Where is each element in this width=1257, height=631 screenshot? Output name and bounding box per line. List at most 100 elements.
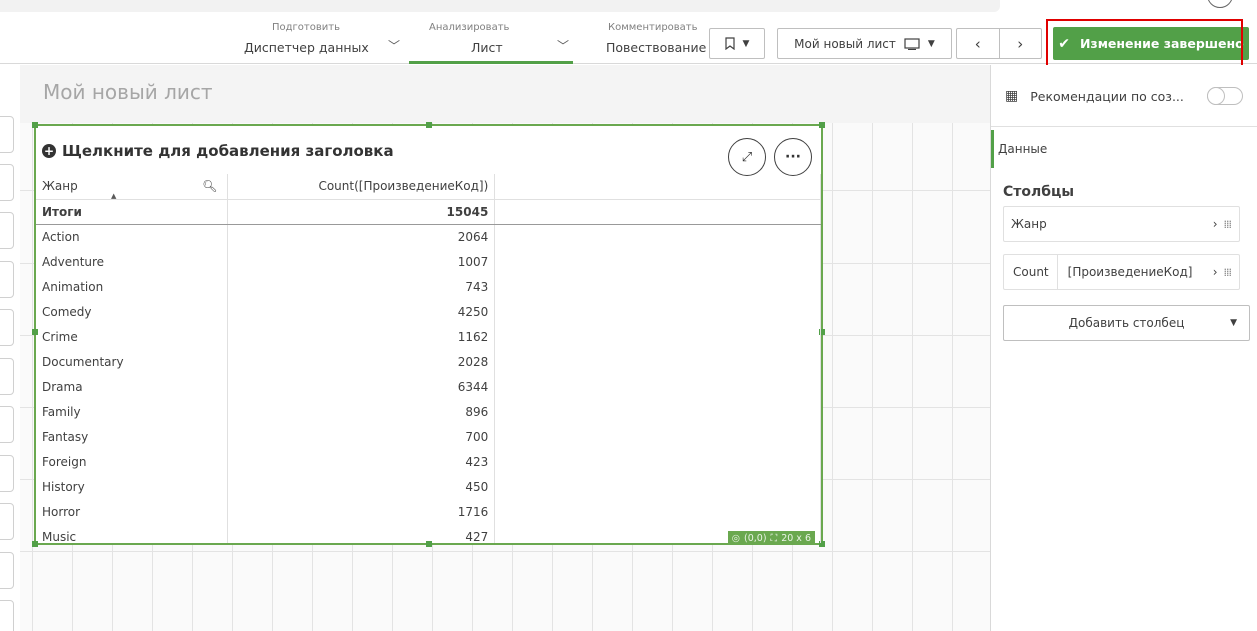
rail-tab[interactable] (0, 455, 14, 492)
genre-cell[interactable]: Crime (36, 324, 229, 349)
genre-cell[interactable]: Documentary (36, 349, 229, 374)
rail-tab[interactable] (0, 503, 14, 540)
mode-analyze-label: Лист (471, 40, 503, 55)
genre-cell[interactable]: Adventure (36, 249, 229, 274)
genre-cell[interactable]: Comedy (36, 299, 229, 324)
count-cell: 896 (227, 399, 496, 424)
rail-tab[interactable] (0, 406, 14, 443)
expand-icon: ⤢ (741, 149, 753, 165)
rail-tab[interactable] (0, 261, 14, 298)
resize-handle[interactable] (819, 122, 825, 128)
genre-cell[interactable]: Family (36, 399, 229, 424)
object-title[interactable]: + Щелкните для добавления заголовка (42, 142, 394, 160)
rail-tab[interactable] (0, 600, 14, 631)
position-icon: ◎ (731, 532, 741, 544)
ellipsis-icon: ··· (785, 149, 801, 165)
table-row[interactable]: Horror 1716 (36, 499, 821, 524)
rail-tab[interactable] (0, 164, 14, 201)
add-column-button[interactable]: Добавить столбец ▼ (1003, 305, 1250, 341)
column-item-label: [ПроизведениеКод] (1067, 265, 1193, 279)
tab-data[interactable]: Данные (991, 130, 1257, 168)
column-item-agg[interactable]: Count (1004, 255, 1058, 289)
table-object[interactable]: + Щелкните для добавления заголовка ⤢ ··… (32, 122, 825, 547)
empty-cell (494, 474, 821, 499)
sheet-selector[interactable]: Мой новый лист ▼ (777, 28, 952, 59)
genre-cell[interactable]: Animation (36, 274, 229, 299)
genre-cell[interactable]: Drama (36, 374, 229, 399)
drag-handle-icon[interactable]: ⁞⁞⁞ (1224, 218, 1232, 231)
data-table: Жанр ▲ 🔍︎ Count([ПроизведениеКод]) Итоги (36, 174, 821, 543)
column-header-count[interactable]: Count([ПроизведениеКод]) (227, 174, 496, 200)
more-options-button[interactable]: ··· (774, 138, 812, 176)
bookmark-icon (724, 37, 735, 50)
top-strip (0, 0, 1257, 14)
caret-down-icon: ▼ (927, 38, 935, 49)
panel-divider (991, 126, 1257, 127)
genre-cell[interactable]: Music (36, 524, 229, 543)
empty-cell (494, 374, 821, 399)
empty-cell (494, 274, 821, 299)
previous-sheet-icon[interactable]: ‹ (957, 29, 1000, 58)
avatar[interactable] (1207, 0, 1233, 8)
table-row[interactable]: Crime 1162 (36, 324, 821, 349)
count-cell: 1007 (227, 249, 496, 274)
expand-button[interactable]: ⤢ (728, 138, 766, 176)
column-item-count[interactable]: Count [ПроизведениеКод] › ⁞⁞⁞ (1003, 254, 1240, 290)
table-row[interactable]: Music 427 (36, 524, 821, 543)
next-sheet-icon[interactable]: › (1000, 29, 1042, 58)
genre-cell[interactable]: Foreign (36, 449, 229, 474)
sheet-title[interactable]: Мой новый лист (43, 80, 213, 104)
add-column-label: Добавить столбец (1068, 316, 1185, 330)
mode-analyze[interactable]: Анализировать Лист ﹀ (409, 18, 573, 64)
table-row[interactable]: Comedy 4250 (36, 299, 821, 324)
chevron-down-icon: ﹀ (388, 39, 401, 53)
genre-cell[interactable]: History (36, 474, 229, 499)
genre-cell[interactable]: Action (36, 224, 229, 249)
rail-tab[interactable] (0, 212, 14, 249)
table-row[interactable]: Documentary 2028 (36, 349, 821, 374)
column-header-genre[interactable]: Жанр ▲ 🔍︎ (36, 174, 229, 200)
properties-panel: ▦ Рекомендации по соз... Данные Столбцы … (990, 65, 1257, 631)
count-cell: 423 (227, 449, 496, 474)
count-cell: 2064 (227, 224, 496, 249)
count-cell: 2028 (227, 349, 496, 374)
drag-handle-icon[interactable]: ⁞⁞⁞ (1224, 266, 1232, 279)
resize-handle[interactable] (426, 122, 432, 128)
table-row[interactable]: Fantasy 700 (36, 424, 821, 449)
object-title-text: Щелкните для добавления заголовка (62, 142, 394, 160)
count-cell: 450 (227, 474, 496, 499)
rail-tab[interactable] (0, 309, 14, 346)
column-header-count-label: Count([ПроизведениеКод]) (318, 179, 489, 194)
done-editing-button[interactable]: ✔ Изменение завершено (1053, 27, 1249, 60)
rail-tab[interactable] (0, 116, 14, 153)
sort-ascending-icon: ▲ (111, 192, 117, 200)
count-cell: 427 (227, 524, 496, 543)
empty-cell (494, 324, 821, 349)
search-icon[interactable]: 🔍︎ (202, 179, 217, 193)
mode-analyze-small: Анализировать (429, 22, 510, 33)
top-strip-bar (0, 0, 1000, 12)
table-row[interactable]: Action 2064 (36, 224, 821, 249)
column-item-genre[interactable]: Жанр › ⁞⁞⁞ (1003, 206, 1240, 242)
table-row[interactable]: Adventure 1007 (36, 249, 821, 274)
table-row[interactable]: Family 896 (36, 399, 821, 424)
table-row[interactable]: Drama 6344 (36, 374, 821, 399)
mode-prepare[interactable]: Подготовить Диспетчер данных ﹀ (236, 18, 406, 64)
recommendations-toggle[interactable] (1207, 87, 1243, 105)
count-cell: 1716 (227, 499, 496, 524)
genre-cell[interactable]: Fantasy (36, 424, 229, 449)
table-row[interactable]: Foreign 423 (36, 449, 821, 474)
count-cell: 743 (227, 274, 496, 299)
bookmark-button[interactable]: ▼ (709, 28, 765, 59)
count-cell: 1162 (227, 324, 496, 349)
table-row[interactable]: History 450 (36, 474, 821, 499)
mode-storytelling-small: Комментировать (608, 22, 698, 33)
mode-storytelling[interactable]: Комментировать Повествование (600, 18, 708, 64)
table-row[interactable]: Animation 743 (36, 274, 821, 299)
rail-tab[interactable] (0, 552, 14, 589)
rail-tab[interactable] (0, 358, 14, 395)
mode-prepare-label: Диспетчер данных (244, 40, 369, 55)
resize-handle[interactable] (32, 122, 38, 128)
genre-cell[interactable]: Horror (36, 499, 229, 524)
position-value: (0,0) (744, 532, 767, 544)
